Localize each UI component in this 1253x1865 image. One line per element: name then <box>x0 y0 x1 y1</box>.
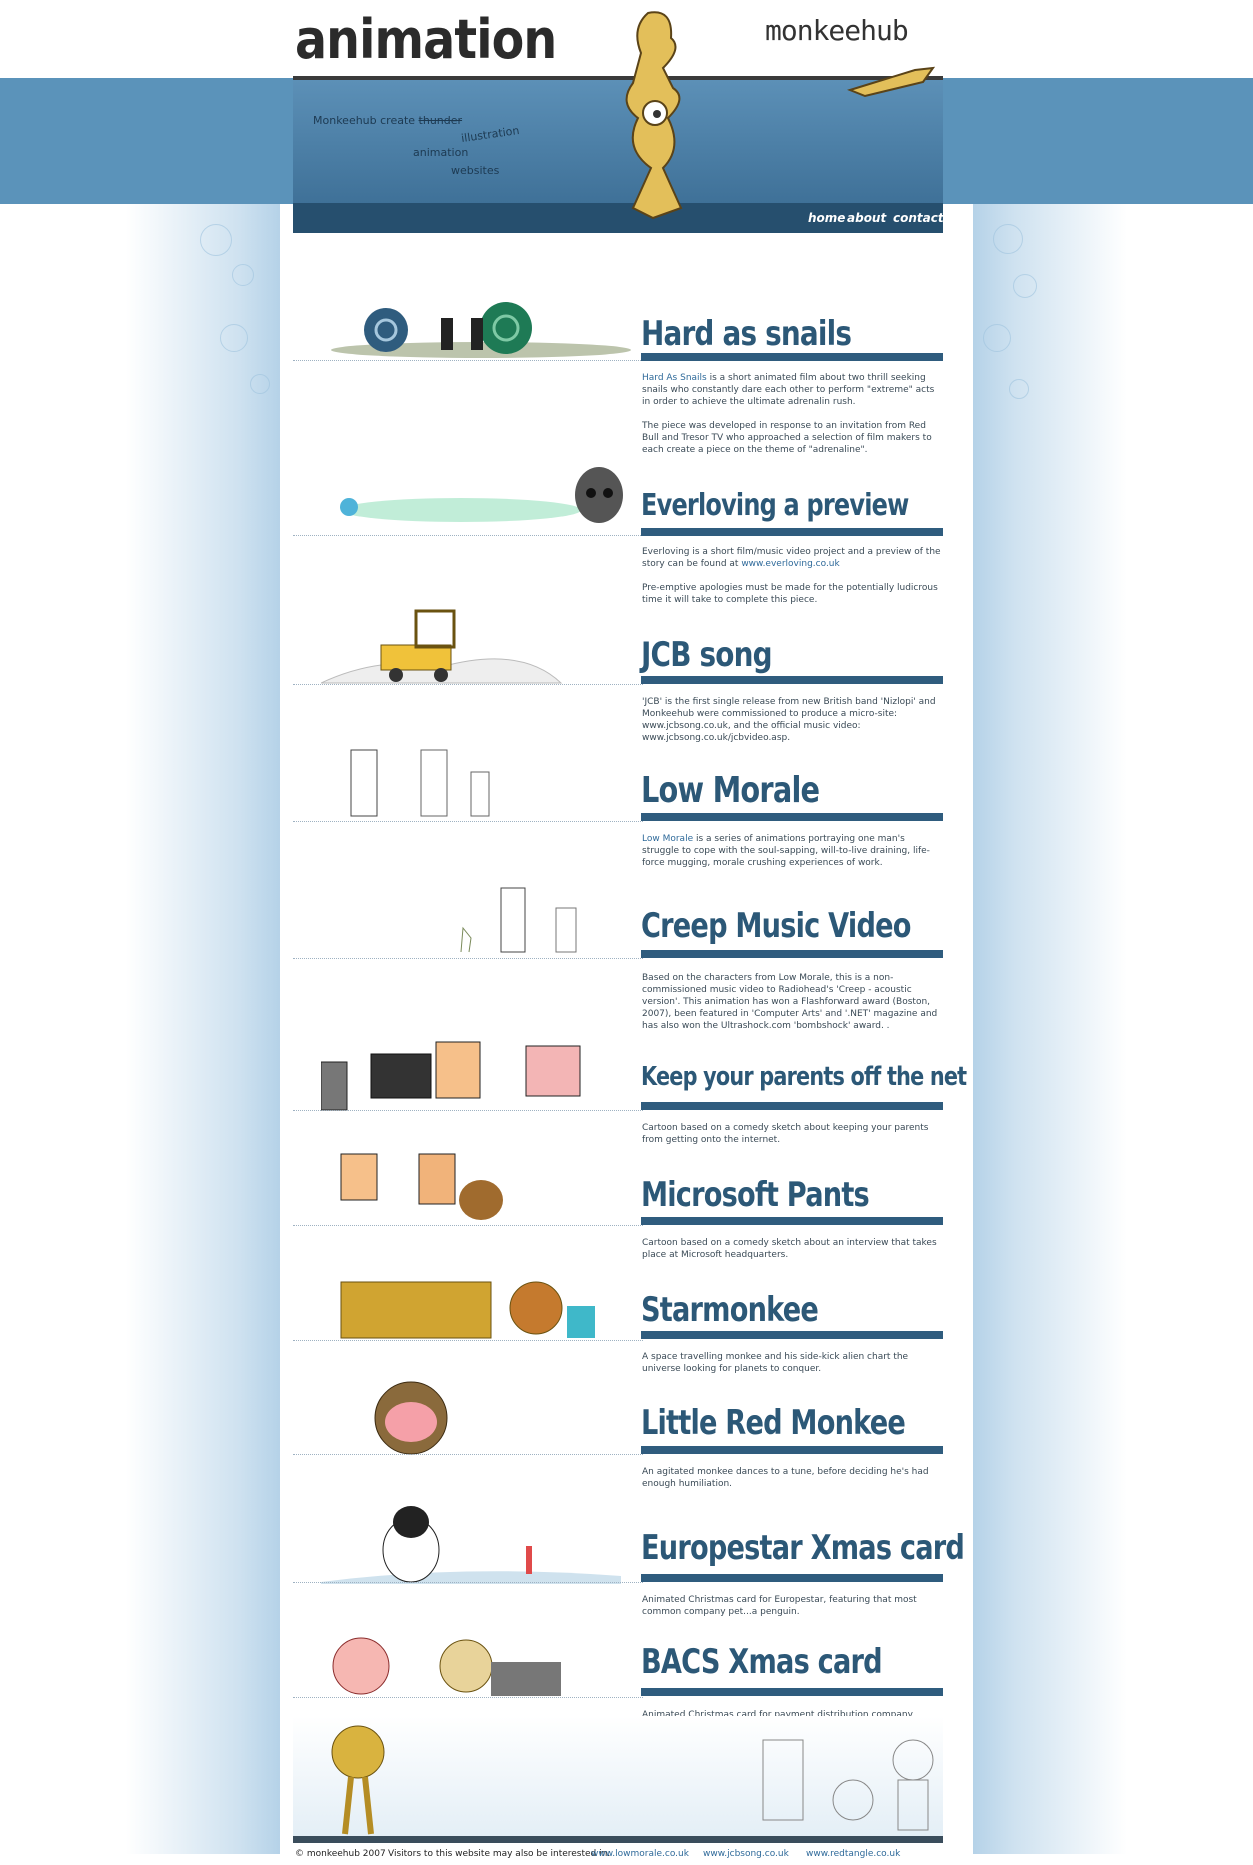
tagline-item: websites <box>451 164 500 177</box>
section-title[interactable]: Microsoft Pants <box>641 1175 870 1215</box>
tagline: Monkeehub create thunder <box>313 114 462 127</box>
footer-illustration-area <box>293 1716 943 1840</box>
gold-monkee-illustration <box>331 1725 385 1835</box>
creep-illustration[interactable] <box>321 878 641 958</box>
nav-home[interactable]: home <box>808 211 845 225</box>
rocket-illustration <box>846 66 935 98</box>
section-description: A space travelling monkee and his side-k… <box>642 1352 909 1374</box>
little-red-monkee-illustration[interactable] <box>321 1378 641 1458</box>
section-description: Animated Christmas card for Europestar, … <box>642 1595 917 1617</box>
right-doodle-background <box>973 204 1253 1854</box>
section-description: An agitated monkee dances to a tune, bef… <box>642 1467 929 1489</box>
section-description: Low Morale is a series of animations por… <box>642 834 930 868</box>
jcb-illustration[interactable] <box>321 605 641 685</box>
text-link[interactable]: Low Morale <box>642 834 693 844</box>
section-title[interactable]: JCB song <box>641 635 773 675</box>
section-title[interactable]: BACS Xmas card <box>641 1642 883 1682</box>
starmonkee-illustration[interactable] <box>321 1260 641 1340</box>
section-title[interactable]: Creep Music Video <box>641 906 911 946</box>
footer-link-redtangle[interactable]: www.redtangle.co.uk <box>806 1849 900 1859</box>
section-description: Cartoon based on a comedy sketch about a… <box>642 1238 937 1260</box>
europestar-illustration[interactable] <box>321 1504 641 1584</box>
section-title[interactable]: Europestar Xmas card <box>641 1528 965 1568</box>
section-description: Everloving is a short film/music video p… <box>642 547 941 605</box>
tagline-item: animation <box>413 146 469 159</box>
section-title[interactable]: Little Red Monkee <box>641 1403 906 1443</box>
section-description: Based on the characters from Low Morale,… <box>642 973 938 1031</box>
section-title[interactable]: Everloving a preview <box>641 488 909 523</box>
section-title[interactable]: Hard as snails <box>641 314 852 354</box>
monkee-mascot-illustration <box>625 11 683 220</box>
footer-copyright: © monkeehub 2007 <box>295 1849 386 1859</box>
nav-contact[interactable]: contact <box>893 211 944 225</box>
keep-parents-illustration[interactable] <box>321 1032 641 1112</box>
bacs-illustration[interactable] <box>321 1618 641 1698</box>
everloving-illustration[interactable] <box>321 455 641 535</box>
tagline-lead: Monkeehub create <box>313 114 416 127</box>
footer-link-lowmorale[interactable]: www.lowmorale.co.uk <box>591 1849 689 1859</box>
left-doodle-background <box>0 204 280 1854</box>
section-logo: animation <box>295 8 557 71</box>
section-description: Cartoon based on a comedy sketch about k… <box>642 1123 929 1145</box>
section-description: Hard As Snails is a short animated film … <box>642 373 935 455</box>
section-title[interactable]: Keep your parents off the net <box>641 1062 967 1092</box>
section-description: 'JCB' is the first single release from n… <box>642 697 936 743</box>
footer-link-jcbsong[interactable]: www.jcbsong.co.uk <box>703 1849 789 1859</box>
low-morale-illustration[interactable] <box>321 742 641 822</box>
snails-illustration[interactable] <box>321 290 641 360</box>
text-link[interactable]: Hard As Snails <box>642 373 707 383</box>
microsoft-pants-illustration[interactable] <box>321 1148 641 1228</box>
sketch-characters-illustration <box>762 1739 934 1831</box>
brand-logo[interactable]: monkeehub <box>765 14 909 47</box>
nav-about[interactable]: about <box>847 211 886 225</box>
section-title[interactable]: Low Morale <box>641 770 820 811</box>
text-link[interactable]: www.everloving.co.uk <box>741 559 839 569</box>
footer-rule <box>293 1836 943 1843</box>
main-page: animation monkeehub Monkeehub create thu… <box>293 0 967 1865</box>
tagline-struck-word: thunder <box>418 114 463 127</box>
footer-interest-text: Visitors to this website may also be int… <box>388 1849 611 1859</box>
section-title[interactable]: Starmonkee <box>641 1290 819 1330</box>
